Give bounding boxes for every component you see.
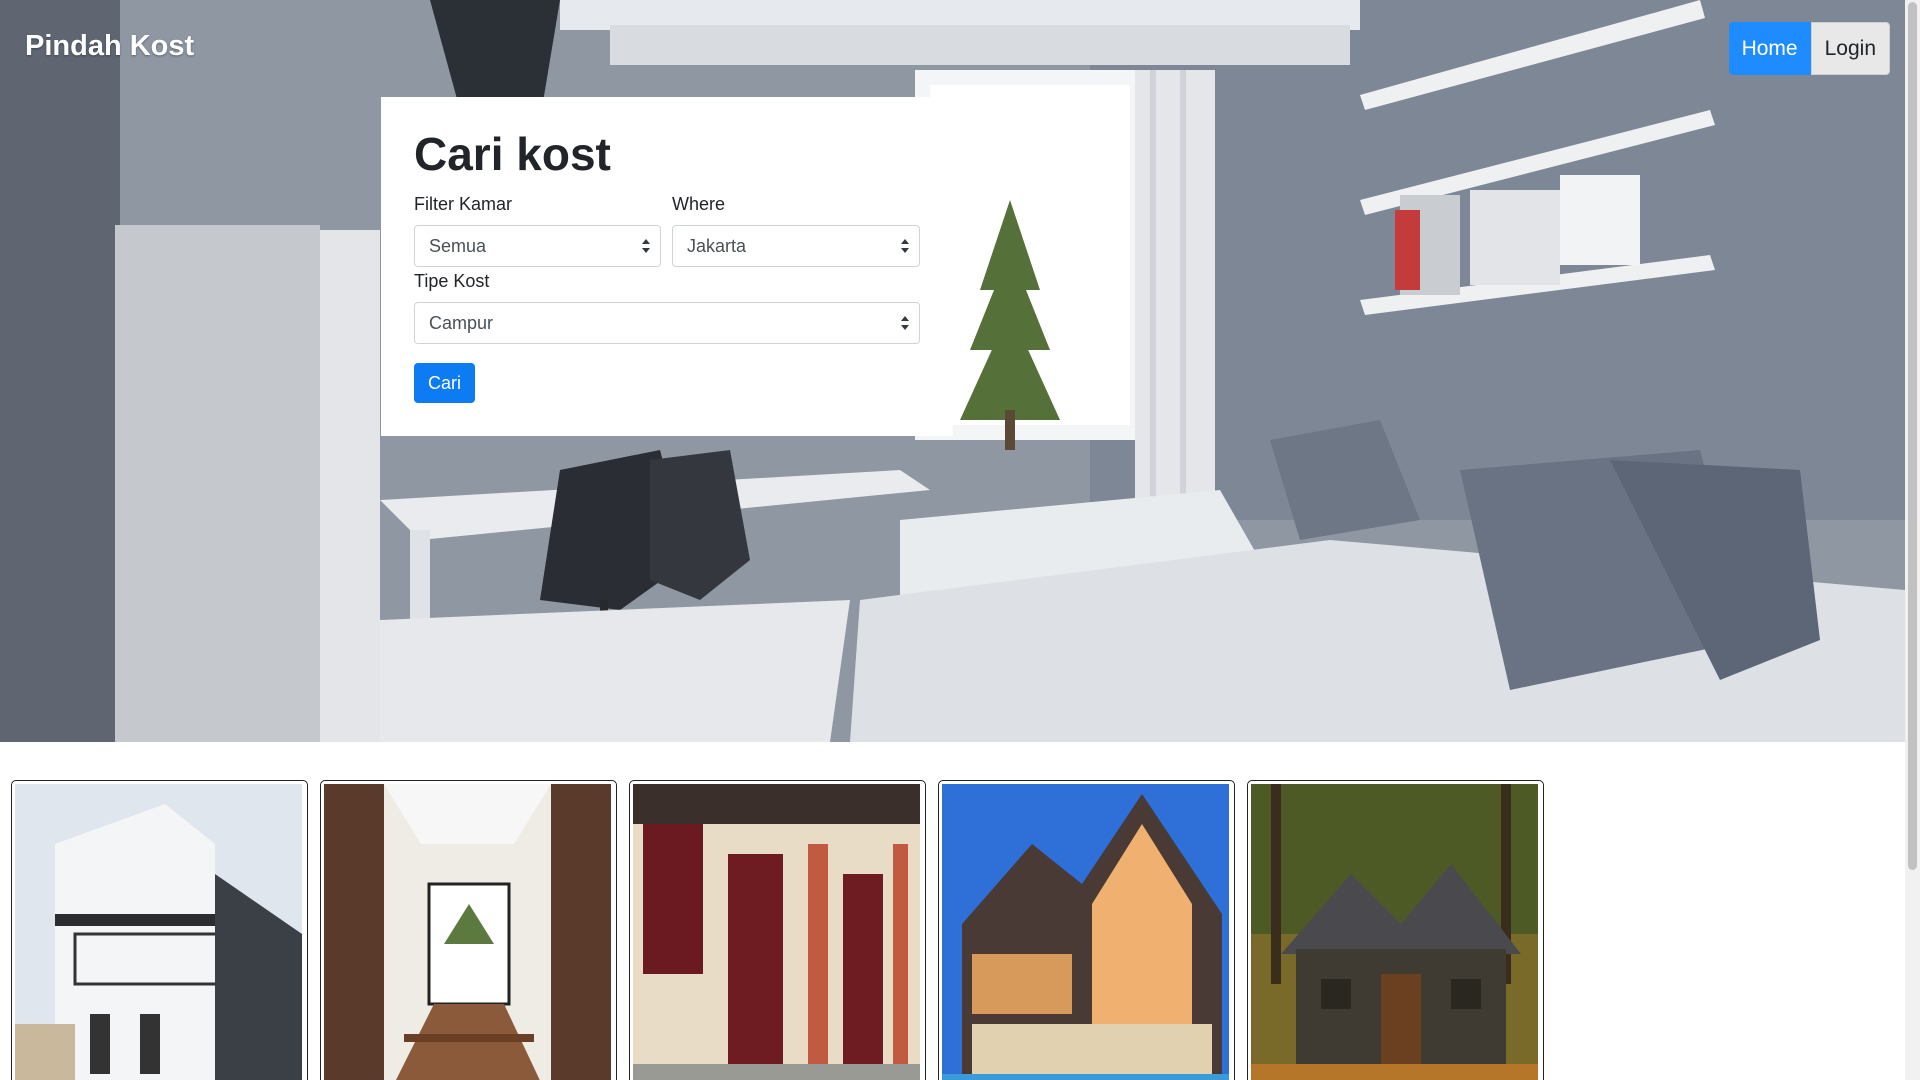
filter-kamar-select[interactable]: Semua <box>414 225 661 267</box>
select-caret-icon <box>901 239 909 253</box>
where-value: Jakarta <box>687 235 747 256</box>
filter-kamar-value: Semua <box>429 235 487 256</box>
select-caret-icon <box>901 316 909 330</box>
tipe-kost-value: Campur <box>429 312 494 333</box>
where-select[interactable]: Jakarta <box>672 225 920 267</box>
select-caret-icon <box>642 239 650 253</box>
brand-logo[interactable]: Pindah Kost <box>25 30 194 63</box>
listing-card[interactable] <box>629 780 926 1080</box>
scrollbar-thumb[interactable] <box>1908 2 1917 870</box>
tipe-kost-select[interactable]: Campur <box>414 302 920 344</box>
red-door-corridor-image <box>633 784 920 1080</box>
nav-home-button[interactable]: Home <box>1728 22 1811 75</box>
forest-cottage-image <box>1251 784 1538 1080</box>
top-nav: Home Login <box>1728 22 1890 75</box>
listing-card[interactable] <box>11 780 308 1080</box>
search-card: Cari kost Filter Kamar Semua Where Jakar… <box>381 97 953 436</box>
interior-hallway-image <box>324 784 611 1080</box>
hero-banner: Pindah Kost Home Login Cari kost Filter … <box>0 0 1905 742</box>
search-title: Cari kost <box>414 128 611 180</box>
listing-card[interactable] <box>938 780 1235 1080</box>
page-scrollbar[interactable] <box>1905 0 1920 1080</box>
listing-grid <box>11 780 1544 1080</box>
tipe-kost-label: Tipe Kost <box>414 271 490 291</box>
kost-building-image <box>15 784 302 1080</box>
nav-login-button[interactable]: Login <box>1810 22 1890 75</box>
where-label: Where <box>672 194 726 214</box>
listing-card[interactable] <box>1247 780 1544 1080</box>
search-submit-button[interactable]: Cari <box>414 363 475 403</box>
luxury-house-image <box>942 784 1229 1080</box>
filter-kamar-label: Filter Kamar <box>414 194 513 214</box>
listing-card[interactable] <box>320 780 617 1080</box>
